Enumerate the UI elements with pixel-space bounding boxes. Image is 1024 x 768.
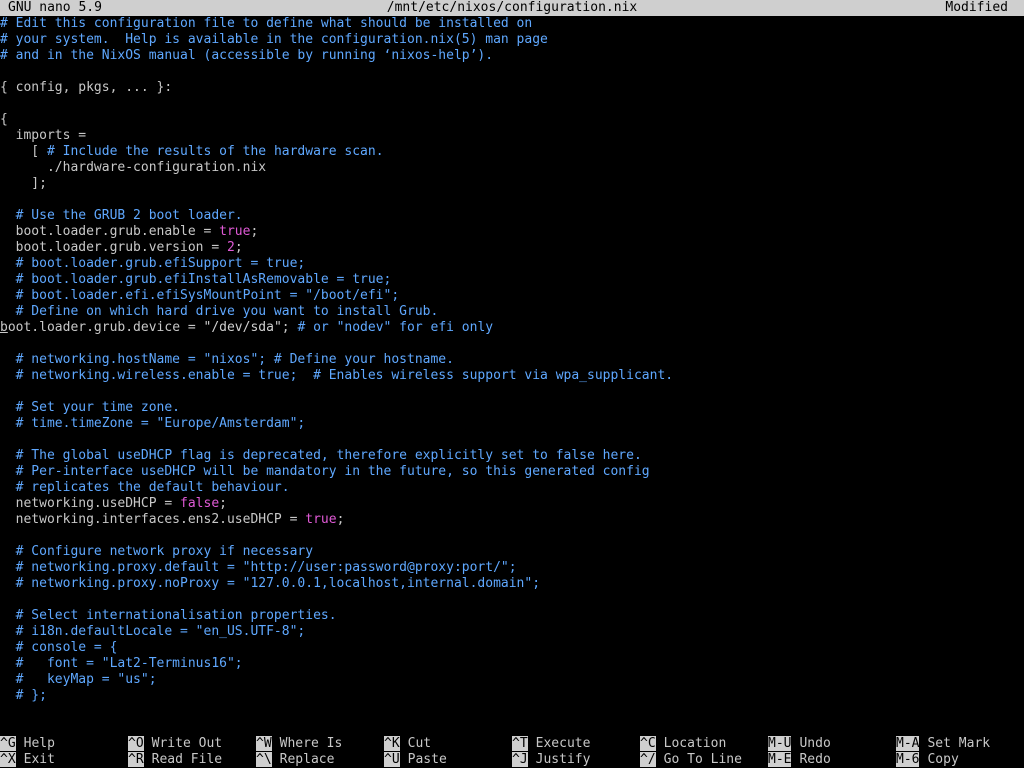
editor-line[interactable] [0, 192, 1024, 208]
shortcut-key: ^G [0, 736, 16, 751]
editor-line[interactable]: { [0, 112, 1024, 128]
shortcut-label: Exit [23, 752, 55, 767]
shortcut-execute[interactable]: ^T Execute [512, 736, 590, 752]
shortcut-help[interactable]: ^G Help [0, 736, 55, 752]
editor-line[interactable]: # networking.proxy.default = "http://use… [0, 560, 1024, 576]
shortcut-replace[interactable]: ^\ Replace [256, 752, 334, 768]
editor-line[interactable]: # Use the GRUB 2 boot loader. [0, 208, 1024, 224]
shortcut-key: M-A [896, 736, 920, 751]
file-path: /mnt/etc/nixos/configuration.nix [386, 0, 638, 15]
text-cursor: b [0, 320, 8, 335]
shortcut-set-mark[interactable]: M-A Set Mark [896, 736, 990, 752]
shortcut-label: Write Out [151, 736, 223, 751]
editor-line[interactable]: # font = "Lat2-Terminus16"; [0, 656, 1024, 672]
shortcut-redo[interactable]: M-E Redo [768, 752, 831, 768]
editor-line[interactable] [0, 432, 1024, 448]
editor-line[interactable]: boot.loader.grub.version = 2; [0, 240, 1024, 256]
shortcut-key: ^O [128, 736, 144, 751]
editor-line[interactable]: # time.timeZone = "Europe/Amsterdam"; [0, 416, 1024, 432]
shortcut-write-out[interactable]: ^O Write Out [128, 736, 222, 752]
editor-line[interactable]: ./hardware-configuration.nix [0, 160, 1024, 176]
editor-line[interactable] [0, 528, 1024, 544]
shortcut-key: ^T [512, 736, 528, 751]
shortcut-key: ^K [384, 736, 400, 751]
editor-line[interactable] [0, 336, 1024, 352]
title-bar: GNU nano 5.9 /mnt/etc/nixos/configuratio… [0, 0, 1024, 16]
shortcut-key: M-E [768, 752, 792, 767]
editor-line[interactable]: [ # Include the results of the hardware … [0, 144, 1024, 160]
shortcut-label: Location [663, 736, 727, 751]
shortcut-paste[interactable]: ^U Paste [384, 752, 447, 768]
editor-line[interactable]: boot.loader.grub.device = "/dev/sda"; # … [0, 320, 1024, 336]
shortcut-key: ^/ [640, 752, 656, 767]
shortcut-label: Justify [535, 752, 591, 767]
shortcut-label: Copy [927, 752, 959, 767]
editor-line[interactable] [0, 96, 1024, 112]
editor-line[interactable]: # replicates the default behaviour. [0, 480, 1024, 496]
shortcut-key: ^J [512, 752, 528, 767]
shortcut-location[interactable]: ^C Location [640, 736, 726, 752]
editor-line[interactable]: # Set your time zone. [0, 400, 1024, 416]
shortcut-label: Set Mark [927, 736, 991, 751]
shortcut-where-is[interactable]: ^W Where Is [256, 736, 342, 752]
editor-line[interactable]: # keyMap = "us"; [0, 672, 1024, 688]
editor-line[interactable]: networking.useDHCP = false; [0, 496, 1024, 512]
shortcut-label: Undo [799, 736, 831, 751]
editor-line[interactable]: # boot.loader.grub.efiSupport = true; [0, 256, 1024, 272]
shortcut-undo[interactable]: M-U Undo [768, 736, 831, 752]
shortcut-justify[interactable]: ^J Justify [512, 752, 590, 768]
editor-line[interactable] [0, 592, 1024, 608]
editor-line[interactable]: imports = [0, 128, 1024, 144]
editor-line[interactable]: ]; [0, 176, 1024, 192]
editor-text-area[interactable]: # Edit this configuration file to define… [0, 16, 1024, 704]
shortcut-key: ^C [640, 736, 656, 751]
shortcut-label: Replace [279, 752, 335, 767]
shortcut-exit[interactable]: ^X Exit [0, 752, 55, 768]
editor-line[interactable]: # Define on which hard drive you want to… [0, 304, 1024, 320]
shortcut-key: ^R [128, 752, 144, 767]
editor-line[interactable] [0, 384, 1024, 400]
editor-line[interactable]: # Per-interface useDHCP will be mandator… [0, 464, 1024, 480]
shortcut-label: Read File [151, 752, 223, 767]
shortcut-label: Paste [407, 752, 447, 767]
editor-line[interactable]: # networking.proxy.noProxy = "127.0.0.1,… [0, 576, 1024, 592]
shortcut-key: M-6 [896, 752, 920, 767]
editor-line[interactable]: # console = { [0, 640, 1024, 656]
editor-line[interactable] [0, 64, 1024, 80]
shortcut-key: ^X [0, 752, 16, 767]
editor-line[interactable]: # networking.hostName = "nixos"; # Defin… [0, 352, 1024, 368]
shortcut-label: Go To Line [663, 752, 742, 767]
shortcut-label: Cut [407, 736, 432, 751]
shortcut-label: Execute [535, 736, 591, 751]
editor-line[interactable]: # your system. Help is available in the … [0, 32, 1024, 48]
shortcut-label: Where Is [279, 736, 343, 751]
editor-line[interactable]: # boot.loader.grub.efiInstallAsRemovable… [0, 272, 1024, 288]
editor-line[interactable]: # The global useDHCP flag is deprecated,… [0, 448, 1024, 464]
shortcut-go-to-line[interactable]: ^/ Go To Line [640, 752, 742, 768]
modified-status: Modified [945, 0, 1008, 15]
shortcut-bar: ^G Help ^X Exit ^O Write Out ^R Read File ^W Wher… [0, 736, 1024, 768]
shortcut-cut[interactable]: ^K Cut [384, 736, 431, 752]
editor-line[interactable]: { config, pkgs, ... }: [0, 80, 1024, 96]
editor-line[interactable]: # boot.loader.efi.efiSysMountPoint = "/b… [0, 288, 1024, 304]
editor-line[interactable]: # Select internationalisation properties… [0, 608, 1024, 624]
editor-line[interactable]: # networking.wireless.enable = true; # E… [0, 368, 1024, 384]
shortcut-label: Redo [799, 752, 831, 767]
shortcut-copy[interactable]: M-6 Copy [896, 752, 959, 768]
shortcut-read-file[interactable]: ^R Read File [128, 752, 222, 768]
editor-line[interactable]: # Configure network proxy if necessary [0, 544, 1024, 560]
editor-line[interactable]: # i18n.defaultLocale = "en_US.UTF-8"; [0, 624, 1024, 640]
editor-line[interactable]: # }; [0, 688, 1024, 704]
editor-line[interactable]: boot.loader.grub.enable = true; [0, 224, 1024, 240]
editor-line[interactable]: networking.interfaces.ens2.useDHCP = tru… [0, 512, 1024, 528]
editor-line[interactable]: # Edit this configuration file to define… [0, 16, 1024, 32]
shortcut-key: ^U [384, 752, 400, 767]
shortcut-key: ^\ [256, 752, 272, 767]
shortcut-key: M-U [768, 736, 792, 751]
shortcut-key: ^W [256, 736, 272, 751]
shortcut-label: Help [23, 736, 55, 751]
editor-line[interactable]: # and in the NixOS manual (accessible by… [0, 48, 1024, 64]
